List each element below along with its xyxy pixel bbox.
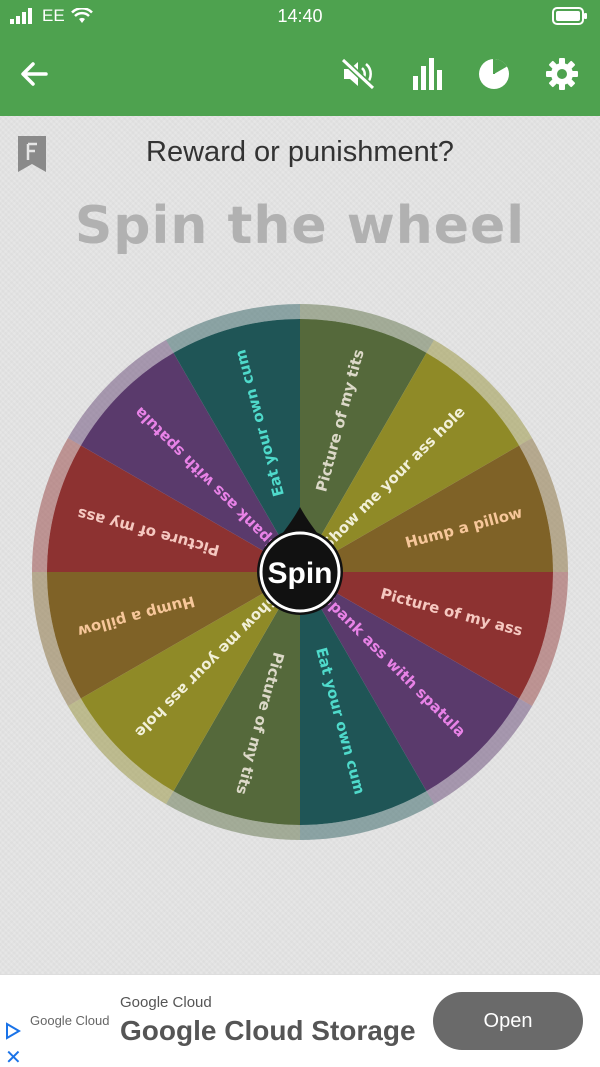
ad-logo-text: Google Cloud xyxy=(30,1013,110,1028)
ad-banner[interactable]: ✕ Google Cloud Google Cloud Google Cloud… xyxy=(0,974,600,1067)
spin-wheel[interactable]: Picture of my titsShow me your ass holeH… xyxy=(0,116,600,974)
ad-close-icon[interactable]: ✕ xyxy=(5,1045,22,1067)
ad-headline: Google Cloud Storage xyxy=(120,1015,416,1046)
ad-advertiser: Google Cloud xyxy=(120,994,212,1011)
ad-choices-icon[interactable] xyxy=(4,1022,22,1044)
wheel-screen: Reward or punishment? Spin the wheel Pic… xyxy=(0,116,600,974)
pie-chart-icon[interactable] xyxy=(474,54,514,94)
clock: 14:40 xyxy=(277,6,323,26)
status-bar: EE 14:40 xyxy=(0,0,600,34)
sound-muted-icon[interactable] xyxy=(339,54,379,94)
bar-chart-icon[interactable] xyxy=(408,54,448,94)
ad-open-button[interactable]: Open xyxy=(433,992,583,1050)
back-arrow-icon[interactable] xyxy=(14,54,54,94)
gear-icon[interactable] xyxy=(542,54,582,94)
spin-label[interactable]: Spin xyxy=(268,557,333,590)
battery-icon xyxy=(552,7,588,30)
ad-logo: Google Cloud xyxy=(30,1013,110,1028)
app-bar xyxy=(0,34,600,116)
